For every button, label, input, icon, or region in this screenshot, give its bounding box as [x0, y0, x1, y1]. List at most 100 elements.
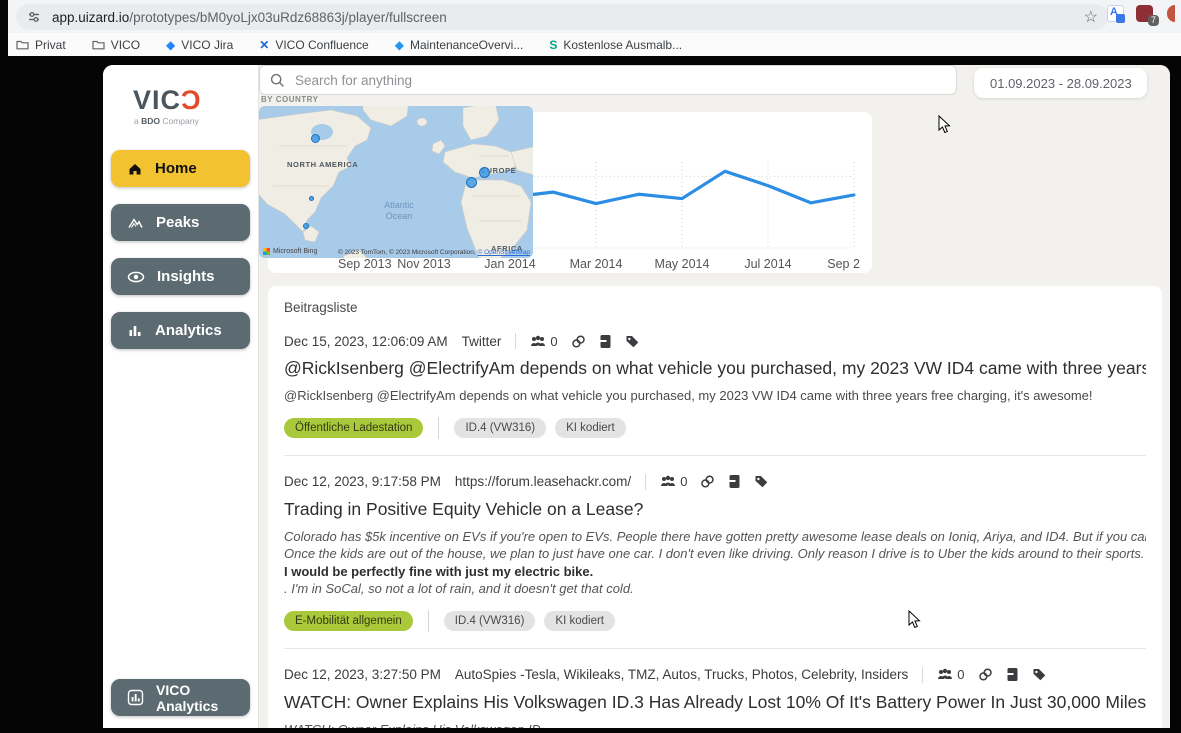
map-provider: Microsoft Bing — [263, 248, 317, 255]
post-source[interactable]: https://forum.leasehackr.com/ — [455, 474, 631, 489]
book-icon[interactable] — [1006, 667, 1019, 682]
sidebar-item-vico-analytics[interactable]: VICO Analytics — [111, 679, 250, 716]
map-label-north-america: NORTH AMERICA — [287, 160, 358, 169]
search-bar[interactable] — [259, 65, 957, 95]
post-body-line: Once the kids are out of the house, we p… — [284, 545, 1146, 563]
browser-toolbar: app.uizard.io/prototypes/bM0yoLjx03uRdz6… — [0, 0, 1181, 33]
svg-text:Mar 2014: Mar 2014 — [570, 257, 623, 271]
svg-text:Sep 2014: Sep 2014 — [827, 257, 860, 271]
bookmark-star-icon[interactable]: ☆ — [1084, 7, 1098, 27]
map-label-atlantic-ocean: Atlantic Ocean — [371, 200, 427, 222]
post-item[interactable]: Dec 15, 2023, 12:06:09 AM Twitter 0 — [284, 333, 1146, 456]
audience-icon — [660, 475, 676, 488]
link-icon[interactable] — [700, 474, 715, 489]
map-bubble-france[interactable] — [466, 177, 477, 188]
bookmark-vico[interactable]: VICO — [92, 38, 140, 52]
post-title[interactable]: WATCH: Owner Explains His Volkswagen ID.… — [284, 692, 1146, 713]
extension-badge: 7 — [1148, 15, 1159, 26]
audience-icon — [937, 668, 953, 681]
post-timestamp: Dec 15, 2023, 12:06:09 AM — [284, 334, 448, 349]
s-icon: S — [549, 39, 557, 51]
search-input[interactable] — [295, 73, 946, 88]
divider — [645, 474, 646, 490]
date-range-picker[interactable]: 01.09.2023 - 28.09.2023 — [974, 68, 1147, 98]
link-icon[interactable] — [571, 334, 586, 349]
post-item[interactable]: Dec 12, 2023, 3:27:50 PM AutoSpies -Tesl… — [284, 667, 1146, 729]
ai-coded-tag[interactable]: KI kodiert — [555, 418, 626, 438]
book-icon[interactable] — [728, 474, 741, 489]
post-divider — [284, 648, 1146, 649]
post-item[interactable]: Dec 12, 2023, 9:17:58 PM https://forum.l… — [284, 474, 1146, 649]
map-bubble-mexico[interactable] — [303, 223, 309, 229]
link-icon[interactable] — [978, 667, 993, 682]
audience-icon — [530, 335, 546, 348]
post-timestamp: Dec 12, 2023, 3:27:50 PM — [284, 667, 441, 682]
posts-list-title: Beitragsliste — [284, 300, 1146, 315]
folder-icon — [16, 39, 29, 50]
post-source[interactable]: AutoSpies -Tesla, Wikileaks, TMZ, Autos,… — [455, 667, 908, 682]
book-icon[interactable] — [599, 334, 612, 349]
translate-icon[interactable] — [1107, 5, 1124, 22]
post-source[interactable]: Twitter — [462, 334, 502, 349]
bar-chart-icon — [127, 323, 143, 339]
analytics-box-icon — [127, 689, 144, 706]
post-title[interactable]: Trading in Positive Equity Vehicle on a … — [284, 499, 1146, 520]
extension-icon[interactable]: 7 — [1136, 5, 1153, 22]
divider — [515, 333, 516, 349]
profile-avatar[interactable] — [1167, 5, 1175, 22]
post-title[interactable]: @RickIsenberg @ElectrifyAm depends on wh… — [284, 358, 1146, 379]
model-tag[interactable]: ID.4 (VW316) — [444, 611, 536, 631]
topic-tag[interactable]: Öffentliche Ladestation — [284, 418, 423, 438]
divider — [428, 610, 429, 632]
vico-logo: VICƆ — [133, 87, 258, 114]
bookmark-privat[interactable]: Privat — [16, 38, 66, 52]
map-bubble-canada[interactable] — [311, 134, 320, 143]
posts-list-card: Beitragsliste Dec 15, 2023, 12:06:09 AM … — [268, 286, 1162, 728]
country-map-card: BY COUNTRY — [259, 95, 533, 260]
svg-text:Jan 2014: Jan 2014 — [484, 257, 535, 271]
home-icon — [127, 161, 143, 177]
post-body-line: Colorado has $5k incentive on EVs if you… — [284, 528, 1146, 546]
diamond-icon: ◆ — [166, 39, 175, 51]
fullscreen-stage: VICƆ a BDO Company Home Peaks — [0, 56, 1181, 733]
audience-count: 0 — [680, 474, 687, 489]
main-content: 01.09.2023 - 28.09.2023 Sum of Gross Sal… — [258, 65, 1170, 728]
divider — [438, 417, 439, 439]
screen-edge — [0, 0, 8, 56]
topic-tag[interactable]: E-Mobilität allgemein — [284, 611, 413, 631]
bookmark-kostenlose[interactable]: S Kostenlose Ausmalb... — [549, 38, 682, 52]
mouse-cursor — [908, 610, 921, 629]
sidebar-item-insights[interactable]: Insights — [111, 258, 250, 295]
ai-coded-tag[interactable]: KI kodiert — [544, 611, 615, 631]
folder-icon — [92, 39, 105, 50]
logo-subtitle: a BDO Company — [134, 116, 258, 126]
map-bubble-usa[interactable] — [309, 196, 314, 201]
app-window: VICƆ a BDO Company Home Peaks — [103, 65, 1170, 728]
sidebar-item-peaks[interactable]: Peaks — [111, 204, 250, 241]
map-bubble-germany[interactable] — [479, 167, 490, 178]
divider — [922, 667, 923, 683]
bookmark-vico-confluence[interactable]: ✕ VICO Confluence — [259, 38, 368, 52]
peaks-icon — [127, 215, 144, 231]
site-settings-icon[interactable] — [26, 9, 42, 25]
sidebar: VICƆ a BDO Company Home Peaks — [103, 65, 258, 728]
sidebar-item-home[interactable]: Home — [111, 150, 250, 187]
date-range-text: 01.09.2023 - 28.09.2023 — [990, 76, 1132, 91]
tag-icon[interactable] — [754, 474, 769, 489]
confluence-icon: ✕ — [259, 39, 269, 51]
svg-text:Sep 2013: Sep 2013 — [338, 257, 392, 271]
bookmark-vico-jira[interactable]: ◆ VICO Jira — [166, 38, 233, 52]
bookmark-maintenance[interactable]: ◆ MaintenanceOvervi... — [395, 38, 524, 52]
openstreetmap-link[interactable]: © OpenStreetMap — [478, 249, 530, 256]
url-text[interactable]: app.uizard.io/prototypes/bM0yoLjx03uRdz6… — [52, 10, 1076, 25]
tag-icon[interactable] — [1032, 667, 1047, 682]
address-bar[interactable]: app.uizard.io/prototypes/bM0yoLjx03uRdz6… — [16, 4, 1108, 30]
world-map[interactable]: NORTH AMERICA EUROPE AFRICA Atlantic Oce… — [259, 106, 533, 258]
post-body-line: . I'm in SoCal, so not a lot of rain, an… — [284, 580, 1146, 598]
model-tag[interactable]: ID.4 (VW316) — [454, 418, 546, 438]
sidebar-item-analytics[interactable]: Analytics — [111, 312, 250, 349]
tag-icon[interactable] — [625, 334, 640, 349]
post-body-line: @RickIsenberg @ElectrifyAm depends on wh… — [284, 387, 1146, 405]
svg-text:May 2014: May 2014 — [655, 257, 710, 271]
audience-count: 0 — [957, 667, 964, 682]
